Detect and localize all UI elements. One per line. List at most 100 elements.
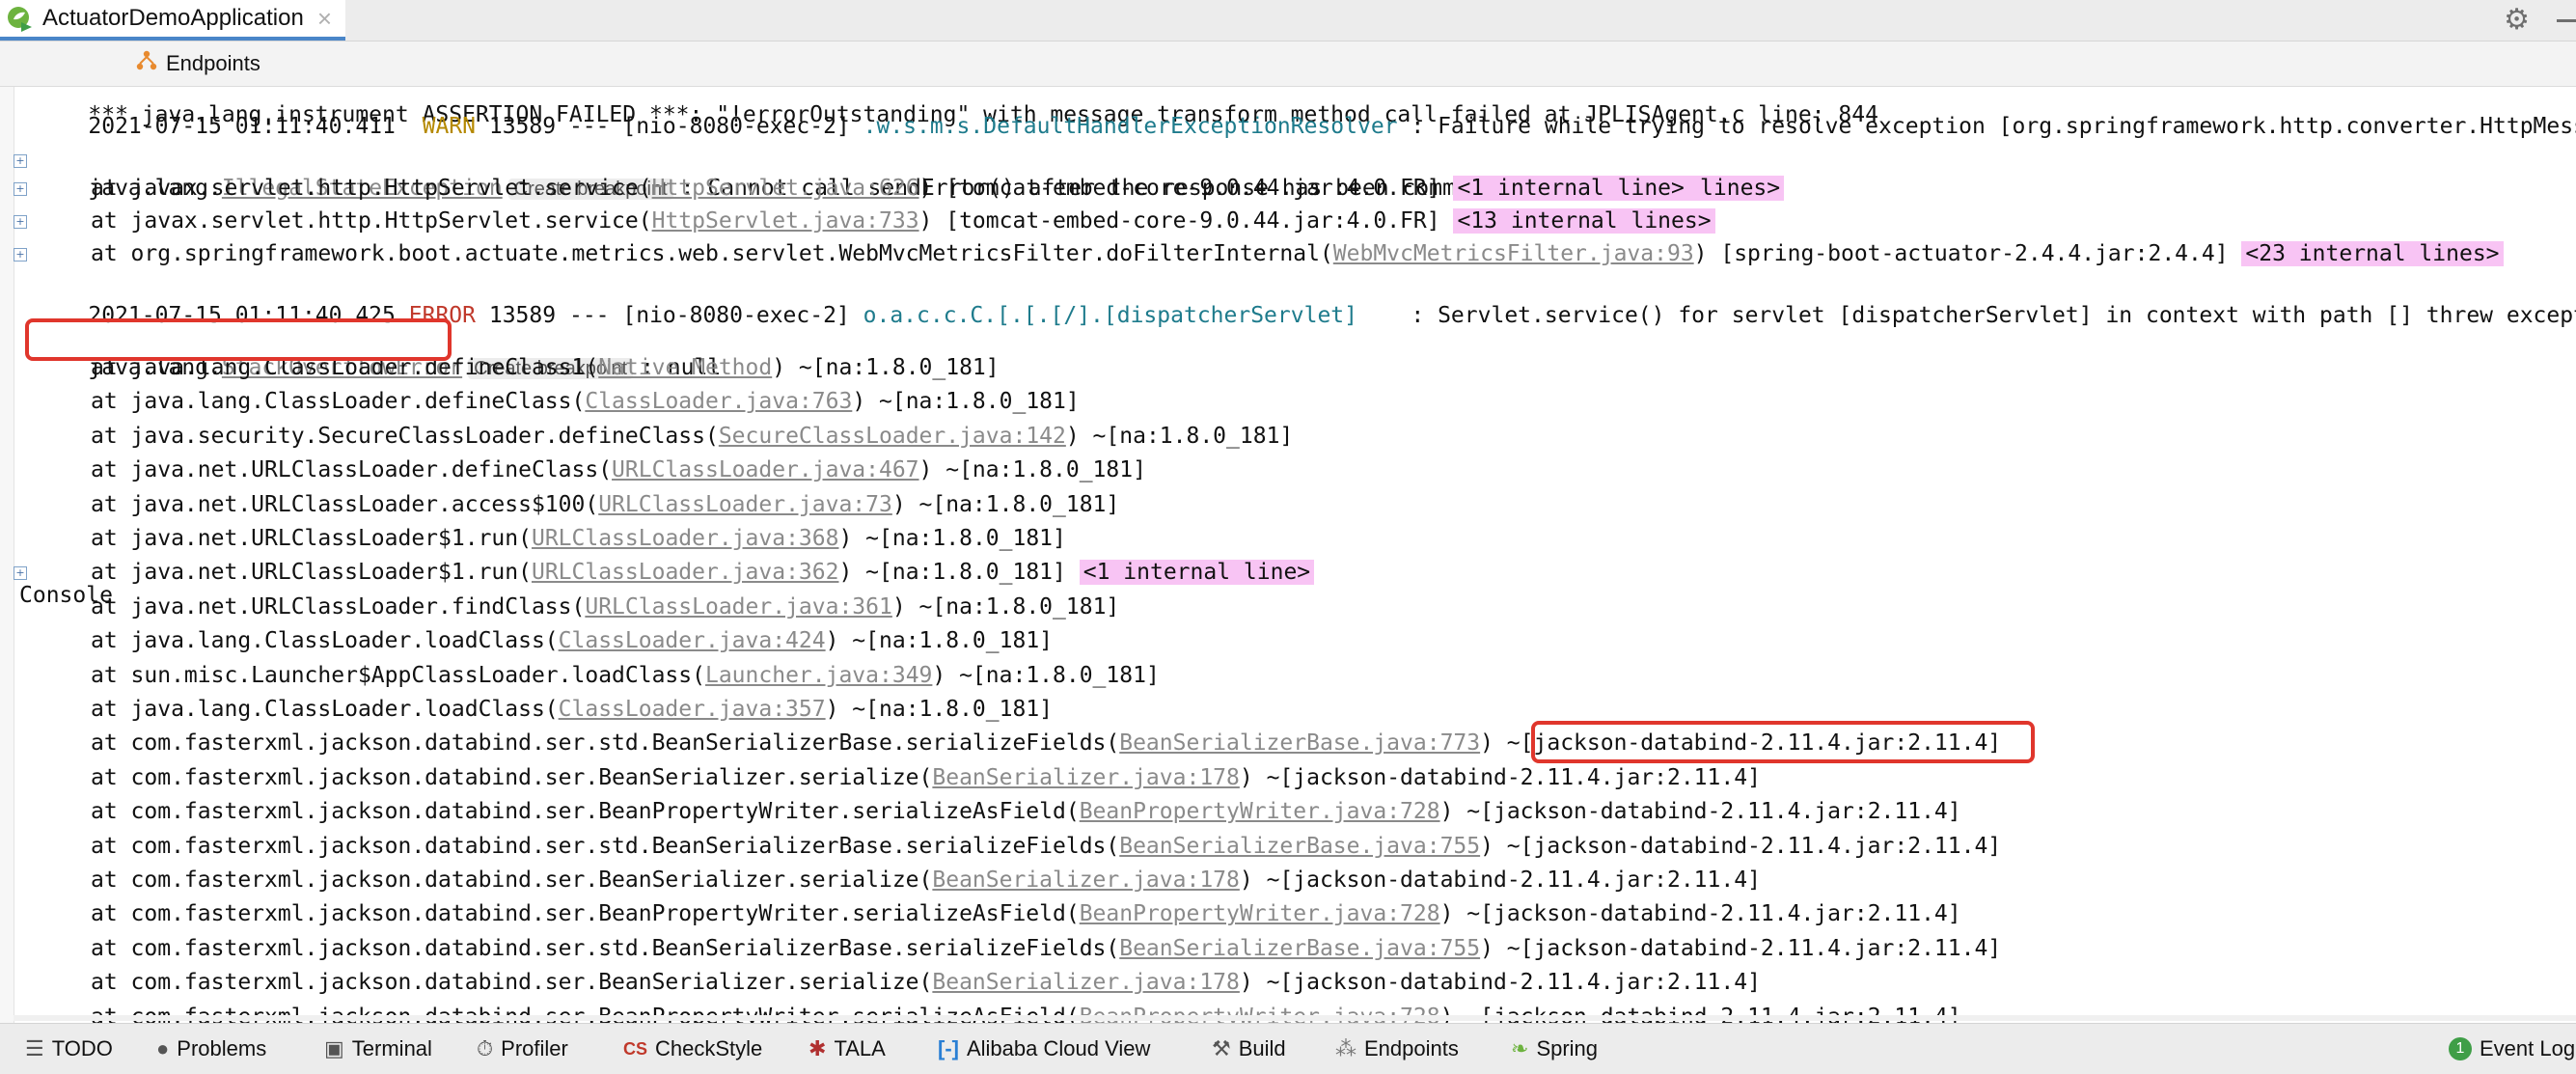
frame-jar: ) ~[na:1.8.0_181]: [772, 355, 1000, 380]
source-link[interactable]: BeanSerializer.java:178: [932, 970, 1240, 995]
source-link[interactable]: HttpServlet.java:626: [652, 176, 919, 201]
frame-jar: ) ~[na:1.8.0_181]: [825, 697, 1054, 722]
source-link[interactable]: Launcher.java:349: [705, 663, 932, 688]
frame-method: at com.fasterxml.jackson.databind.ser.Be…: [91, 970, 933, 996]
source-link[interactable]: URLClassLoader.java:73: [598, 492, 892, 517]
bottom-toolbar: ☰ TODO ● Problems ▣ Terminal ⏱ Profiler …: [0, 1023, 2576, 1074]
log-separator: ---: [568, 114, 610, 139]
frame-jar: ) ~[na:1.8.0_181]: [891, 593, 1120, 620]
internal-lines-fold[interactable]: <13 internal lines>: [1453, 208, 1715, 234]
stack-frame-line: at com.fasterxml.jackson.databind.ser.Be…: [35, 763, 1761, 792]
source-link[interactable]: BeanSerializerBase.java:773: [1119, 730, 1480, 756]
source-link[interactable]: URLClassLoader.java:368: [532, 526, 839, 551]
source-link[interactable]: BeanSerializer.java:178: [932, 765, 1240, 790]
frame-jar: ) ~[na:1.8.0_181]: [891, 491, 1120, 517]
expand-icon[interactable]: +: [14, 248, 27, 262]
spring-button[interactable]: ❧ Spring: [1511, 1024, 1598, 1074]
tala-button[interactable]: ✱ TALA: [808, 1024, 886, 1074]
expand-icon[interactable]: +: [14, 154, 27, 168]
source-link[interactable]: BeanSerializerBase.java:755: [1119, 834, 1480, 859]
source-link[interactable]: BeanSerializer.java:178: [932, 867, 1240, 893]
bug-icon: ✱: [808, 1036, 827, 1060]
horizontal-scrollbar[interactable]: [14, 1015, 2576, 1021]
endpoints-tool-button[interactable]: ⁂ Endpoints: [1335, 1024, 1459, 1074]
frame-jar: ) [tomcat-embed-core-9.0.44.jar:4.0.FR]: [918, 176, 1440, 201]
frame-jar: ) [spring-boot-actuator-2.4.4.jar:2.4.4]: [1693, 241, 2229, 266]
alibaba-cloud-label: Alibaba Cloud View: [966, 1036, 1151, 1060]
stack-frame-line: at com.fasterxml.jackson.databind.ser.st…: [35, 934, 2001, 963]
stack-frame-line: at com.fasterxml.jackson.databind.ser.st…: [35, 832, 2001, 861]
todo-button[interactable]: ☰ TODO: [25, 1024, 113, 1074]
source-link[interactable]: URLClassLoader.java:361: [585, 594, 892, 620]
frame-jar: ) ~[jackson-databind-2.11.4.jar:2.11.4]: [1439, 901, 1961, 927]
spring-run-icon: [6, 5, 33, 32]
build-label: Build: [1238, 1036, 1286, 1060]
info-icon: ●: [156, 1036, 170, 1060]
profiler-label: Profiler: [501, 1036, 568, 1060]
terminal-label: Terminal: [351, 1036, 432, 1060]
close-icon[interactable]: ×: [317, 6, 332, 31]
expand-icon[interactable]: +: [14, 215, 27, 229]
frame-method: at sun.misc.Launcher$AppClassLoader.load…: [91, 662, 705, 688]
list-icon: ☰: [25, 1036, 44, 1060]
expand-icon[interactable]: +: [14, 182, 27, 196]
endpoints-tool-label: Endpoints: [1364, 1036, 1459, 1060]
stack-frame-line: at java.net.URLClassLoader$1.run(URLClas…: [35, 524, 1066, 553]
source-link[interactable]: SecureClassLoader.java:142: [719, 424, 1066, 449]
source-link[interactable]: HttpServlet.java:733: [652, 208, 919, 234]
gear-icon[interactable]: ⚙: [2504, 6, 2530, 35]
stack-frame-line: at java.net.URLClassLoader.defineClass(U…: [35, 455, 1146, 484]
stack-frame-line: at com.fasterxml.jackson.databind.ser.Be…: [35, 899, 1961, 928]
log-timestamp: 2021-07-15 01:11:40.411: [88, 114, 396, 139]
expand-icon[interactable]: +: [14, 566, 27, 581]
log-level-warn: WARN: [422, 114, 476, 139]
source-link[interactable]: Native Method: [598, 355, 772, 380]
endpoints-icon: [135, 49, 158, 78]
alibaba-cloud-view-button[interactable]: [-] Alibaba Cloud View: [938, 1024, 1150, 1074]
problems-button[interactable]: ● Problems: [156, 1024, 266, 1074]
event-log-button[interactable]: 1 Event Log: [2449, 1024, 2575, 1074]
terminal-button[interactable]: ▣ Terminal: [324, 1024, 432, 1074]
stack-frame-line: + at java.net.URLClassLoader$1.run(URLCla…: [14, 558, 1315, 587]
frame-jar: ) ~[na:1.8.0_181]: [852, 389, 1080, 415]
internal-lines-fold[interactable]: <23 internal lines>: [2241, 241, 2504, 266]
stack-frame-line: at com.fasterxml.jackson.databind.ser.Be…: [35, 866, 1761, 895]
minimize-icon[interactable]: [2557, 18, 2576, 22]
frame-method: at java.net.URLClassLoader$1.run(: [91, 560, 532, 586]
stack-frame-line: at java.lang.ClassLoader.loadClass(Class…: [35, 626, 1053, 655]
source-link[interactable]: BeanSerializerBase.java:755: [1119, 936, 1480, 961]
source-link[interactable]: ClassLoader.java:424: [559, 628, 826, 653]
frame-method: at org.springframework.boot.actuate.metr…: [91, 241, 1333, 266]
checkstyle-button[interactable]: CS CheckStyle: [623, 1024, 762, 1074]
stack-frame-line: at java.security.SecureClassLoader.defin…: [35, 422, 1293, 451]
frame-method: at javax.servlet.http.HttpServlet.servic…: [91, 176, 652, 201]
alibaba-cloud-icon: [-]: [938, 1036, 959, 1060]
internal-lines-fold[interactable]: <1 internal line>: [1453, 176, 1688, 201]
internal-lines-fold[interactable]: <1 internal line>: [1079, 560, 1315, 586]
source-link[interactable]: URLClassLoader.java:362: [532, 560, 839, 585]
log-thread: [nio-8080-exec-2]: [622, 114, 850, 139]
stack-frame-line: at java.lang.ClassLoader.defineClass(Cla…: [35, 387, 1080, 416]
source-link[interactable]: ClassLoader.java:763: [585, 389, 852, 414]
run-config-tab[interactable]: ActuatorDemoApplication ×: [0, 0, 345, 41]
source-link[interactable]: ClassLoader.java:357: [559, 697, 826, 722]
run-config-title: ActuatorDemoApplication: [42, 5, 304, 31]
profiler-button[interactable]: ⏱ Profiler: [477, 1024, 568, 1074]
source-link[interactable]: BeanPropertyWriter.java:728: [1080, 799, 1440, 824]
frame-jar: ) ~[jackson-databind-2.11.4.jar:2.11.4]: [1239, 970, 1761, 996]
frame-jar: ) ~[na:1.8.0_181]: [838, 526, 1066, 551]
frame-method: at java.lang.ClassLoader.loadClass(: [91, 697, 559, 722]
stack-frame-line: at com.fasterxml.jackson.databind.ser.Be…: [35, 968, 1761, 997]
source-link[interactable]: WebMvcMetricsFilter.java:93: [1333, 241, 1694, 266]
build-button[interactable]: ⚒ Build: [1212, 1024, 1286, 1074]
console-output[interactable]: *** java.lang.instrument ASSERTION FAILE…: [14, 87, 2576, 1023]
source-link[interactable]: BeanPropertyWriter.java:728: [1080, 901, 1440, 926]
source-link[interactable]: URLClassLoader.java:467: [612, 457, 919, 482]
frame-jar: ) [tomcat-embed-core-9.0.44.jar:4.0.FR]: [918, 208, 1440, 234]
tab-endpoints[interactable]: Endpoints: [135, 41, 260, 86]
stack-frame-line: at com.fasterxml.jackson.databind.ser.Be…: [35, 797, 1961, 826]
frame-jar: ) ~[na:1.8.0_181]: [825, 628, 1054, 654]
log-logger: .w.s.m.s.DefaultHandlerExceptionResolver: [863, 114, 1398, 139]
stack-frame-line: at java.lang.ClassLoader.loadClass(Class…: [35, 695, 1053, 724]
endpoints-icon: ⁂: [1335, 1036, 1357, 1060]
